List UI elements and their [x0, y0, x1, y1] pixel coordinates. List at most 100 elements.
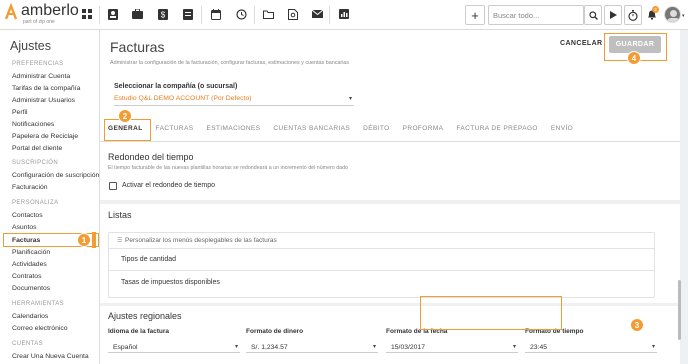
company-select[interactable]: Estudio Q&L DEMO ACCOUNT (Por Defecto) ▾: [114, 93, 354, 106]
search-button[interactable]: [584, 5, 602, 25]
callout-4: 4: [627, 51, 641, 65]
plus-icon: +: [471, 7, 479, 23]
sidebar-item-facturacion[interactable]: Facturación: [12, 184, 48, 191]
sidebar-item-contactos[interactable]: Contactos: [12, 212, 43, 219]
sidebar-item-administrar-cuenta[interactable]: Administrar Cuenta: [12, 73, 70, 80]
lists-card: Listas ☰ Personalizar los menús desplega…: [100, 204, 680, 303]
tab-debito[interactable]: DÉBITO: [363, 125, 389, 139]
company-select-label: Seleccionar la compañía (o sucursal): [114, 83, 238, 90]
dashboard-icon[interactable]: [81, 8, 93, 20]
reports-chart-icon[interactable]: [338, 8, 350, 20]
active-item-indicator: [92, 232, 96, 248]
settings-tabs: GENERAL FACTURAS ESTIMACIONES CUENTAS BA…: [108, 125, 586, 139]
tab-factura-prepago[interactable]: FACTURA DE PREPAGO: [456, 125, 537, 139]
sidebar-item-tarifas[interactable]: Tarifas de la compañía: [12, 85, 80, 92]
time-format-highlight: [420, 296, 562, 330]
billing-dollar-icon[interactable]: $: [157, 8, 169, 20]
sidebar-section-herramientas: HERRAMIENTAS: [12, 301, 65, 307]
sidebar-item-documentos[interactable]: Documentos: [12, 285, 50, 292]
list-item-tasas-impuestos[interactable]: Tasas de impuestos disponibles: [121, 279, 220, 286]
stopwatch-icon: [628, 9, 638, 21]
sidebar-item-configuracion-suscripcion[interactable]: Configuración de suscripción: [12, 172, 99, 179]
history-icon[interactable]: [235, 8, 247, 20]
sidebar-item-crear-cuenta[interactable]: Crear Una Nueva Cuenta: [12, 353, 89, 360]
sidebar-item-portal-cliente[interactable]: Portal del cliente: [12, 145, 62, 152]
chevron-down-icon: ▾: [234, 344, 238, 350]
rounding-checkbox-label: Activar el redondeo de tiempo: [122, 182, 215, 189]
sidebar-item-asuntos[interactable]: Asuntos: [12, 224, 37, 231]
tab-envio[interactable]: ENVÍO: [551, 125, 573, 139]
invoice-language-label: Idioma de la factura: [108, 328, 170, 335]
callout-1: 1: [77, 233, 91, 247]
callout-2: 2: [118, 109, 132, 123]
sidebar-item-administrar-usuarios[interactable]: Administrar Usuarios: [12, 97, 75, 104]
page-scrollbar[interactable]: [678, 280, 681, 340]
notification-count-badge: 2: [652, 6, 659, 13]
regional-title: Ajustes regionales: [108, 311, 182, 321]
money-format-select[interactable]: S/. 1,234.57 ▾: [246, 341, 378, 353]
sidebar-item-perfil[interactable]: Perfil: [12, 109, 28, 116]
tab-facturas[interactable]: FACTURAS: [156, 125, 194, 139]
time-format-select[interactable]: 23:45 ▾: [525, 341, 657, 353]
page-title: Facturas: [110, 39, 165, 55]
sidebar-section-suscripcion: SUSCRIPCIÓN: [12, 160, 59, 166]
sidebar-item-calendarios[interactable]: Calendarios: [12, 313, 48, 320]
date-format-select[interactable]: 15/03/2017 ▾: [386, 341, 518, 353]
tab-estimaciones[interactable]: ESTIMACIONES: [206, 125, 260, 139]
sidebar-section-personaliza: PERSONALIZA: [12, 200, 59, 206]
add-button[interactable]: +: [465, 5, 485, 25]
sidebar-item-actividades[interactable]: Actividades: [12, 261, 47, 268]
invoice-language-select[interactable]: Español ▾: [108, 341, 240, 353]
date-format-value: 15/03/2017: [391, 344, 426, 351]
tab-proforma[interactable]: PROFORMA: [403, 125, 444, 139]
user-avatar[interactable]: [664, 6, 681, 23]
search-icon: [588, 10, 598, 20]
chevron-down-icon: ▾: [651, 344, 655, 350]
folder-icon[interactable]: [262, 8, 274, 20]
rounding-checkbox[interactable]: [109, 182, 117, 190]
chevron-down-icon: ▾: [348, 96, 352, 102]
invoices-icon[interactable]: [182, 8, 194, 20]
start-timer-button[interactable]: [604, 5, 622, 25]
chevron-down-icon: ▾: [372, 344, 376, 350]
menu-lines-icon: ☰: [117, 238, 123, 244]
lists-box: ☰ Personalizar los menús desplegables de…: [108, 232, 655, 298]
sidebar-section-preferencias: PREFERENCIAS: [12, 61, 64, 67]
regional-card: Ajustes regionales Idioma de la factura …: [100, 306, 680, 364]
chevron-down-icon: ▾: [512, 344, 516, 350]
customize-lists-link[interactable]: Personalizar los menús desplegables de l…: [125, 237, 277, 244]
search-input[interactable]: Buscar todo...: [488, 5, 584, 25]
sidebar-item-papelera[interactable]: Papelera de Reciclaje: [12, 133, 78, 140]
timer-button[interactable]: [624, 5, 642, 25]
money-format-label: Formato de dinero: [246, 328, 304, 335]
matters-briefcase-icon[interactable]: [131, 8, 143, 20]
rounding-title: Redondeo del tiempo: [108, 152, 194, 162]
top-bar: amberlo part of zip one $ + Buscar todo.…: [0, 0, 688, 30]
list-item-tipos-cantidad[interactable]: Tipos de cantidad: [121, 256, 176, 263]
cancel-button[interactable]: CANCELAR: [560, 40, 602, 47]
svg-text:$: $: [161, 10, 166, 19]
amberlo-logo[interactable]: amberlo part of zip one: [4, 2, 79, 25]
sidebar-item-correo[interactable]: Correo electrónico: [12, 325, 68, 332]
tab-cuentas-bancarias[interactable]: CUENTAS BANCARIAS: [273, 125, 350, 139]
rounding-card: Redondeo del tiempo El tiempo facturable…: [100, 146, 680, 200]
time-format-value: 23:45: [530, 344, 548, 351]
contacts-icon[interactable]: [107, 8, 119, 20]
user-menu-chevron-icon[interactable]: ▾: [682, 13, 685, 19]
sidebar-title: Ajustes: [10, 39, 51, 53]
page-subtitle: Administrar la configuración de la factu…: [110, 60, 350, 66]
calendar-icon[interactable]: [210, 8, 222, 20]
rounding-description: El tiempo facturable de las nuevas plant…: [108, 165, 348, 171]
sidebar-item-contratos[interactable]: Contratos: [12, 273, 41, 280]
tabs-divider: [100, 141, 680, 142]
money-format-value: S/. 1,234.57: [251, 344, 288, 351]
callout-3: 3: [630, 318, 644, 332]
sidebar-section-cuentas: CUENTAS: [12, 341, 44, 347]
invoice-language-value: Español: [113, 344, 138, 351]
brand-name: amberlo: [21, 2, 79, 19]
sidebar-item-planificacion[interactable]: Planificación: [12, 249, 50, 256]
play-icon: [609, 11, 617, 19]
sidebar-item-notificaciones[interactable]: Notificaciones: [12, 121, 54, 128]
document-search-icon[interactable]: [287, 8, 299, 20]
mail-icon[interactable]: [311, 8, 323, 20]
